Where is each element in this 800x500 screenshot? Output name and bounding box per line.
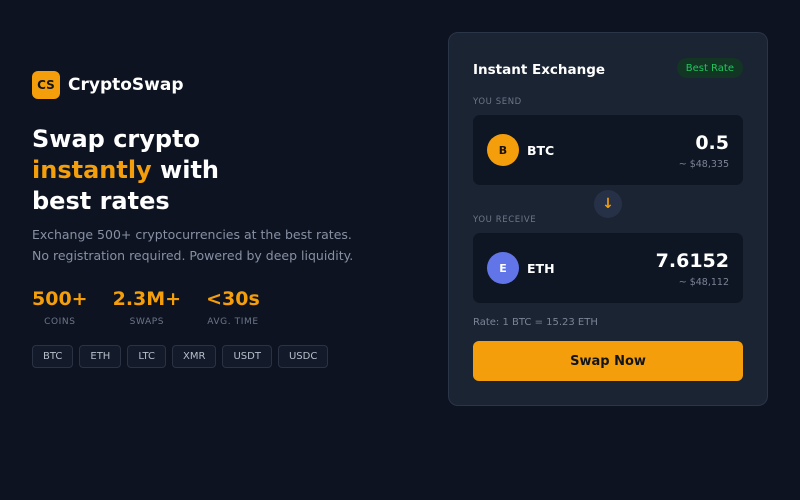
stat-label: SWAPS bbox=[129, 317, 165, 327]
arrow-down-icon: ↓ bbox=[602, 196, 614, 212]
page: CS CryptoSwap Swap crypto instantly with… bbox=[0, 0, 800, 500]
stat-label: AVG. TIME bbox=[207, 317, 259, 327]
headline-line-2-rest: with bbox=[151, 156, 220, 184]
chip-btc[interactable]: BTC bbox=[32, 345, 74, 368]
stat-swaps: 2.3M+ SWAPS bbox=[113, 287, 182, 327]
send-amount-input[interactable]: 0.5 bbox=[695, 132, 729, 154]
hero-headline: Swap crypto instantly with best rates bbox=[32, 124, 219, 217]
headline-line-3: best rates bbox=[32, 187, 170, 215]
headline-accent: instantly bbox=[32, 156, 152, 184]
chip-eth[interactable]: ETH bbox=[79, 345, 122, 368]
coin-chips: BTC ETH LTC XMR USDT USDC bbox=[32, 345, 334, 368]
subtitle-line-2: No registration required. Powered by dee… bbox=[32, 248, 354, 263]
stat-label: COINS bbox=[44, 317, 76, 327]
receive-asset-symbol[interactable]: ETH bbox=[527, 261, 555, 276]
stat-value: 2.3M+ bbox=[112, 288, 182, 310]
send-label: YOU SEND bbox=[473, 97, 522, 107]
stat-coins: 500+ COINS bbox=[32, 287, 88, 327]
chip-ltc[interactable]: LTC bbox=[127, 345, 167, 368]
brand[interactable]: CS CryptoSwap bbox=[32, 71, 184, 99]
subtitle-line-1: Exchange 500+ cryptocurrencies at the be… bbox=[32, 227, 352, 242]
send-fiat-value: ~ $48,335 bbox=[678, 159, 729, 170]
chip-usdt[interactable]: USDT bbox=[222, 345, 272, 368]
stats-row: 500+ COINS 2.3M+ SWAPS <30s AVG. TIME bbox=[32, 287, 285, 327]
swap-direction-button[interactable]: ↓ bbox=[594, 190, 622, 218]
stat-value: 500+ bbox=[32, 288, 88, 310]
send-asset-symbol[interactable]: BTC bbox=[527, 143, 554, 158]
brand-logo: CS bbox=[32, 71, 60, 99]
btc-coin-icon: B bbox=[487, 134, 519, 166]
best-rate-badge: Best Rate bbox=[676, 58, 743, 78]
exchange-card: Instant Exchange Best Rate YOU SEND B BT… bbox=[448, 32, 768, 406]
stat-avg-time: <30s AVG. TIME bbox=[206, 287, 260, 327]
receive-amount: 7.6152 bbox=[655, 250, 729, 272]
card-title: Instant Exchange bbox=[473, 62, 606, 78]
swap-now-button[interactable]: Swap Now bbox=[473, 341, 743, 381]
stat-value: <30s bbox=[206, 288, 260, 310]
headline-line-1: Swap crypto bbox=[32, 125, 201, 153]
hero-subtitle: Exchange 500+ cryptocurrencies at the be… bbox=[32, 224, 362, 266]
chip-usdc[interactable]: USDC bbox=[277, 345, 329, 368]
receive-asset-box[interactable]: E ETH 7.6152 ~ $48,112 bbox=[473, 233, 743, 303]
receive-label: YOU RECEIVE bbox=[473, 215, 537, 225]
headline-line-2: instantly with bbox=[32, 155, 219, 186]
brand-name: CryptoSwap bbox=[68, 75, 184, 95]
send-asset-box[interactable]: B BTC 0.5 ~ $48,335 bbox=[473, 115, 743, 185]
receive-fiat-value: ~ $48,112 bbox=[678, 277, 729, 288]
eth-coin-icon: E bbox=[487, 252, 519, 284]
chip-xmr[interactable]: XMR bbox=[172, 345, 217, 368]
exchange-rate: Rate: 1 BTC = 15.23 ETH bbox=[473, 317, 598, 328]
